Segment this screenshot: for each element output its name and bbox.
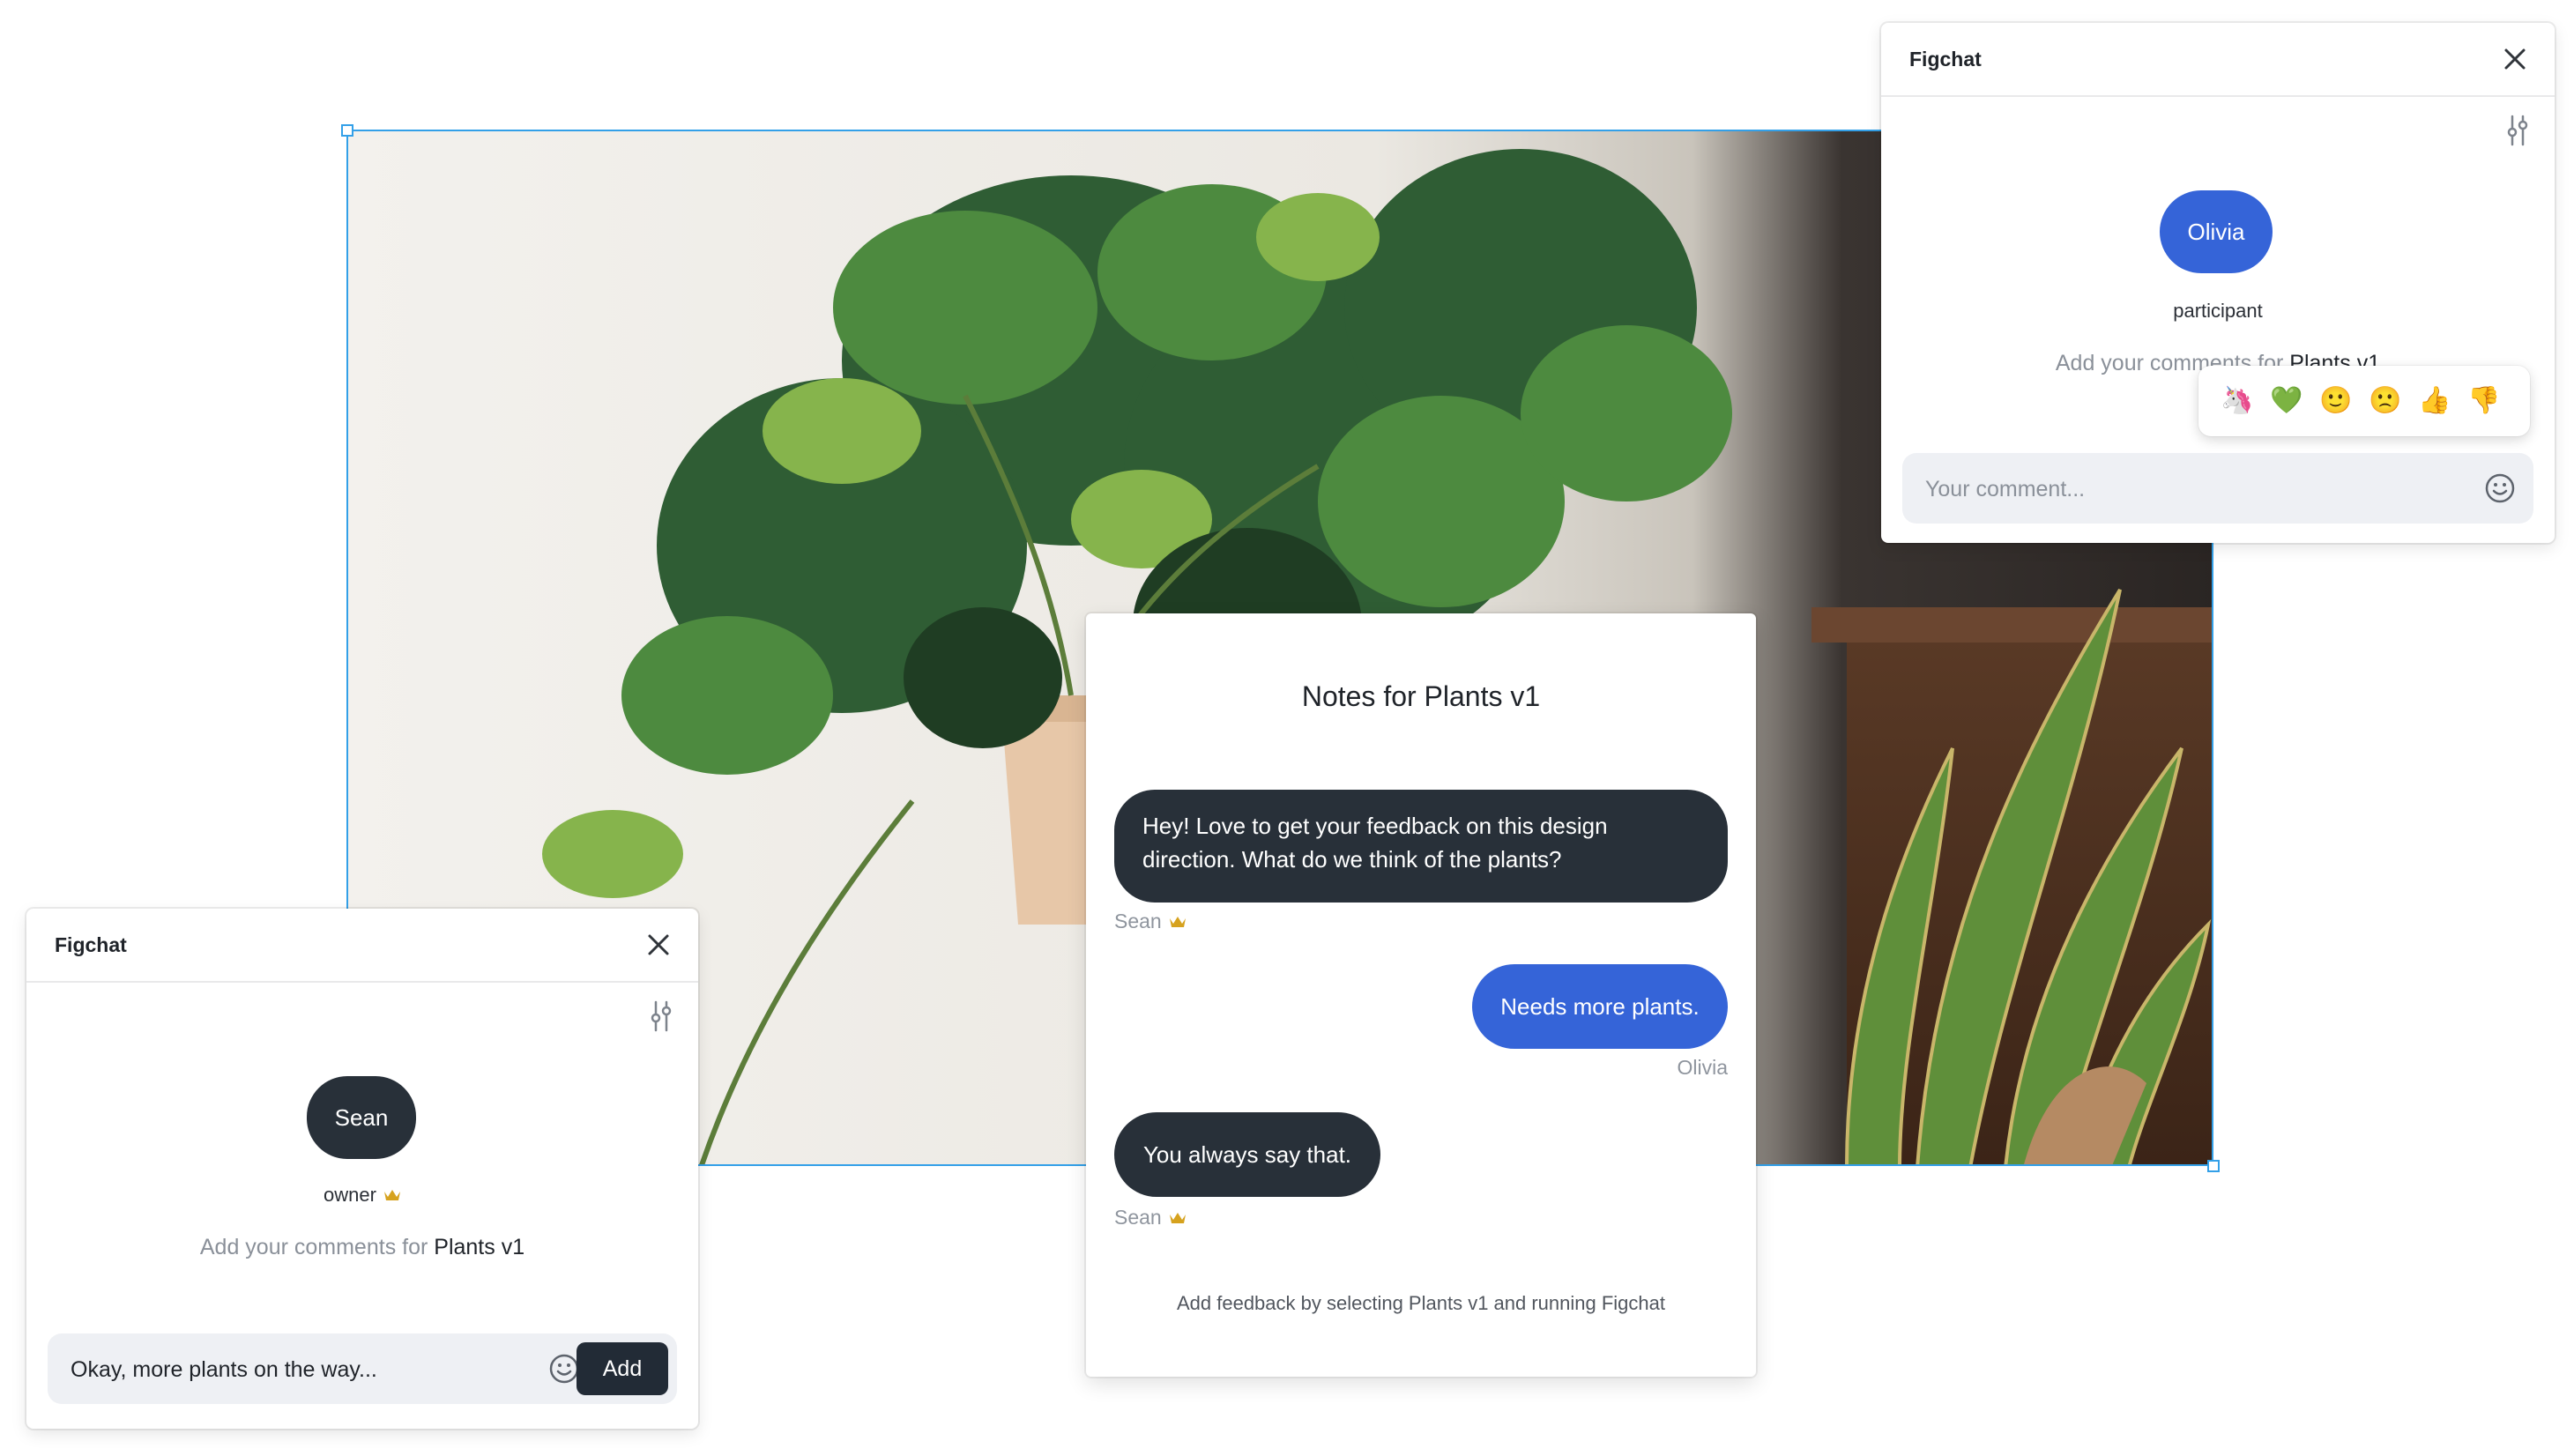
- selection-handle-bottom-right[interactable]: [2207, 1160, 2220, 1172]
- author-name: Sean: [1114, 1206, 1162, 1229]
- message-text: You always say that.: [1142, 1141, 1352, 1168]
- user-role: owner: [26, 1184, 698, 1207]
- crown-icon: [1169, 917, 1186, 927]
- role-label: owner: [324, 1184, 376, 1206]
- message-author: Olivia: [1677, 1056, 1728, 1080]
- selection-handle-top-left[interactable]: [341, 124, 353, 137]
- crown-icon: [1169, 1213, 1186, 1223]
- window-header: Figchat: [26, 909, 698, 983]
- reaction-slight-frown[interactable]: 🙁: [2368, 383, 2403, 419]
- sliders-icon[interactable]: [647, 1000, 675, 1032]
- notes-panel: Notes for Plants v1 Hey! Love to get you…: [1086, 613, 1756, 1377]
- author-name: Olivia: [1677, 1056, 1728, 1079]
- comments-hint: Add your comments for Plants v1: [26, 1235, 698, 1260]
- message-text-line: Hey! Love to get your feedback on this d…: [1142, 813, 1608, 839]
- reaction-unicorn[interactable]: 🦄: [2220, 383, 2255, 419]
- hint-target: Plants v1: [434, 1235, 525, 1259]
- add-button[interactable]: Add: [577, 1342, 668, 1395]
- figchat-window-owner: Figchat Sean owner Add your comments for…: [26, 909, 698, 1429]
- comment-input[interactable]: [69, 1333, 531, 1406]
- notes-footer: Add feedback by selecting Plants v1 and …: [1176, 1292, 1666, 1314]
- avatar: Sean: [307, 1076, 416, 1159]
- comment-input[interactable]: [1923, 453, 2456, 525]
- reaction-green-heart[interactable]: 💚: [2269, 383, 2304, 419]
- figchat-window-participant: Figchat Olivia participant Add your comm…: [1881, 23, 2555, 543]
- crown-icon: [383, 1190, 400, 1200]
- message-bubble: Hey! Love to get your feedback on this d…: [1114, 790, 1728, 903]
- reaction-picker: 🦄 💚 🙂 🙁 👍 👎: [2198, 366, 2530, 436]
- window-title: Figchat: [1909, 48, 1982, 71]
- message-author: Sean: [1114, 1206, 1187, 1229]
- window-header: Figchat: [1881, 23, 2555, 97]
- author-name: Sean: [1114, 910, 1162, 932]
- message-bubble: Needs more plants.: [1472, 964, 1728, 1049]
- window-title: Figchat: [55, 933, 127, 956]
- avatar: Olivia: [2160, 190, 2273, 273]
- close-icon[interactable]: [644, 930, 673, 960]
- smiley-icon[interactable]: [548, 1353, 580, 1385]
- close-icon[interactable]: [2500, 44, 2530, 74]
- reaction-thumbs-down[interactable]: 👎: [2466, 383, 2502, 419]
- reaction-slight-smile[interactable]: 🙂: [2318, 383, 2354, 419]
- notes-title: Notes for Plants v1: [1301, 680, 1541, 712]
- comment-box: Add: [48, 1333, 677, 1406]
- message-bubble: You always say that.: [1114, 1112, 1380, 1197]
- comment-box: [1902, 453, 2533, 525]
- message-text-line: direction. What do we think of the plant…: [1142, 846, 1562, 873]
- sliders-icon[interactable]: [2503, 115, 2532, 146]
- message-author: Sean: [1114, 910, 1187, 933]
- smiley-icon[interactable]: [2484, 472, 2516, 504]
- user-role: participant: [2173, 300, 2263, 322]
- hint-prefix: Add your comments for: [199, 1235, 428, 1259]
- message-text: Needs more plants.: [1500, 993, 1700, 1020]
- reaction-thumbs-up[interactable]: 👍: [2417, 383, 2452, 419]
